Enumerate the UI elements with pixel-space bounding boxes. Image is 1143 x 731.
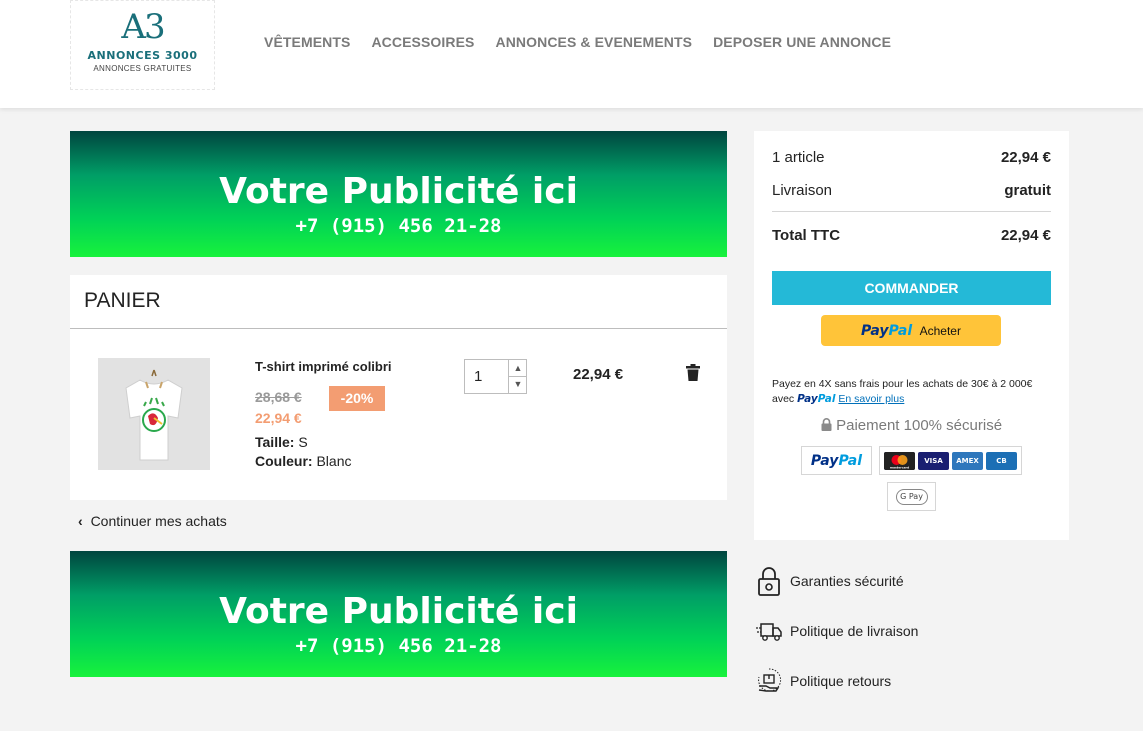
summary-shipping-row: Livraison gratuit <box>772 182 1051 199</box>
color-label: Couleur: <box>255 453 313 469</box>
total-label: Total TTC <box>772 227 841 244</box>
paypal-checkout-button[interactable]: PayPal Acheter <box>821 315 1001 346</box>
secure-payment-label: Paiement 100% sécurisé <box>836 417 1003 434</box>
delete-item-icon[interactable] <box>686 364 700 381</box>
product-image[interactable] <box>98 358 210 470</box>
size-value: S <box>298 434 308 450</box>
shipping-label: Livraison <box>772 182 833 199</box>
shipping-value: gratuit <box>1004 182 1051 199</box>
product-size: Taille: S <box>255 434 308 450</box>
product-old-price: 28,68 € <box>255 389 302 405</box>
reassurance-label: Politique retours <box>790 673 892 689</box>
color-value: Blanc <box>316 453 352 469</box>
discount-badge: -20% <box>329 386 385 411</box>
summary-divider <box>772 211 1051 212</box>
nav-annonces-evenements[interactable]: ANNONCES & EVENEMENTS <box>495 34 692 50</box>
mastercard-icon: mastercard <box>884 451 915 470</box>
padlock-icon <box>758 567 780 596</box>
secure-payment: Paiement 100% sécurisé <box>754 417 1069 434</box>
order-summary: 1 article 22,94 € Livraison gratuit Tota… <box>754 131 1069 540</box>
reassurance-delivery[interactable]: Politique de livraison <box>756 616 918 646</box>
chevron-left-icon: ‹ <box>78 513 83 529</box>
google-pay-badge: G Pay <box>887 482 936 511</box>
ad-phone: +7 (915) 456 21-28 <box>295 635 502 657</box>
quantity-input[interactable] <box>465 360 508 393</box>
nav-accessoires[interactable]: ACCESSOIRES <box>371 34 474 50</box>
visa-icon: VISA <box>918 451 949 470</box>
chevron-up-icon: ▲ <box>513 363 523 373</box>
line-total: 22,94 € <box>573 366 624 383</box>
quantity-increase-button[interactable]: ▲ <box>508 360 527 377</box>
ad-title: Votre Publicité ici <box>219 171 578 212</box>
logo-name: ANNONCES 3000 <box>87 49 198 62</box>
google-pay-icon: G Pay <box>895 488 928 505</box>
continue-shopping-label: Continuer mes achats <box>90 513 227 529</box>
ad-title: Votre Publicité ici <box>219 591 578 632</box>
site-header: A3 ANNONCES 3000 ANNONCES GRATUITES VÊTE… <box>0 0 1143 108</box>
site-logo[interactable]: A3 ANNONCES 3000 ANNONCES GRATUITES <box>70 0 215 90</box>
quantity-stepper: ▲ ▼ <box>464 359 527 394</box>
reassurance-label: Garanties sécurité <box>790 573 904 589</box>
nav-deposer-annonce[interactable]: DEPOSER UNE ANNONCE <box>713 34 891 50</box>
size-label: Taille: <box>255 434 295 450</box>
logo-subtitle: ANNONCES GRATUITES <box>93 64 192 73</box>
delivery-truck-icon <box>756 623 782 641</box>
chevron-down-icon: ▼ <box>513 379 523 389</box>
reassurance-security[interactable]: Garanties sécurité <box>756 566 904 596</box>
reassurance-returns[interactable]: Politique retours <box>756 666 891 696</box>
checkout-button[interactable]: COMMANDER <box>772 271 1051 305</box>
lock-icon <box>821 418 832 431</box>
cart-panel: PANIER T-shirt imprimé colibri 28,68 € -… <box>70 275 727 500</box>
logo-mark: A3 <box>121 7 165 47</box>
items-count-label: 1 article <box>772 149 825 166</box>
pay-in-4x-message: Payez en 4X sans frais pour les achats d… <box>772 377 1051 407</box>
cart-title: PANIER <box>70 275 727 329</box>
summary-items-row: 1 article 22,94 € <box>772 149 1051 166</box>
main-nav: VÊTEMENTS ACCESSOIRES ANNONCES & EVENEME… <box>264 34 891 50</box>
card-brands-badge: mastercard VISA AMEX CB <box>879 446 1022 475</box>
return-package-icon <box>758 668 782 692</box>
learn-more-link[interactable]: En savoir plus <box>838 393 904 405</box>
paypal-logo: PayPal <box>861 323 913 339</box>
paypal-badge: PayPal <box>801 446 872 475</box>
product-price: 22,94 € <box>255 410 302 426</box>
items-subtotal: 22,94 € <box>1000 149 1051 166</box>
amex-icon: AMEX <box>952 451 983 470</box>
ad-phone: +7 (915) 456 21-28 <box>295 215 502 237</box>
paypal-logo: PayPal <box>797 393 836 405</box>
svg-text:mastercard: mastercard <box>890 465 909 469</box>
quantity-decrease-button[interactable]: ▼ <box>508 376 527 393</box>
continue-shopping-link[interactable]: ‹ Continuer mes achats <box>78 513 227 529</box>
cb-icon: CB <box>986 451 1017 470</box>
tshirt-icon <box>98 358 210 470</box>
nav-vetements[interactable]: VÊTEMENTS <box>264 34 350 50</box>
paypal-badge-logo: PayPal <box>810 452 863 469</box>
reassurance-label: Politique de livraison <box>790 623 919 639</box>
paypal-button-label: Acheter <box>919 324 961 338</box>
summary-total-row: Total TTC 22,94 € <box>772 227 1051 244</box>
ad-banner-bottom[interactable]: Votre Publicité ici +7 (915) 456 21-28 <box>70 551 727 677</box>
product-name[interactable]: T-shirt imprimé colibri <box>255 359 392 374</box>
ad-banner-top[interactable]: Votre Publicité ici +7 (915) 456 21-28 <box>70 131 727 257</box>
total-value: 22,94 € <box>1000 227 1051 244</box>
product-color: Couleur: Blanc <box>255 453 351 469</box>
